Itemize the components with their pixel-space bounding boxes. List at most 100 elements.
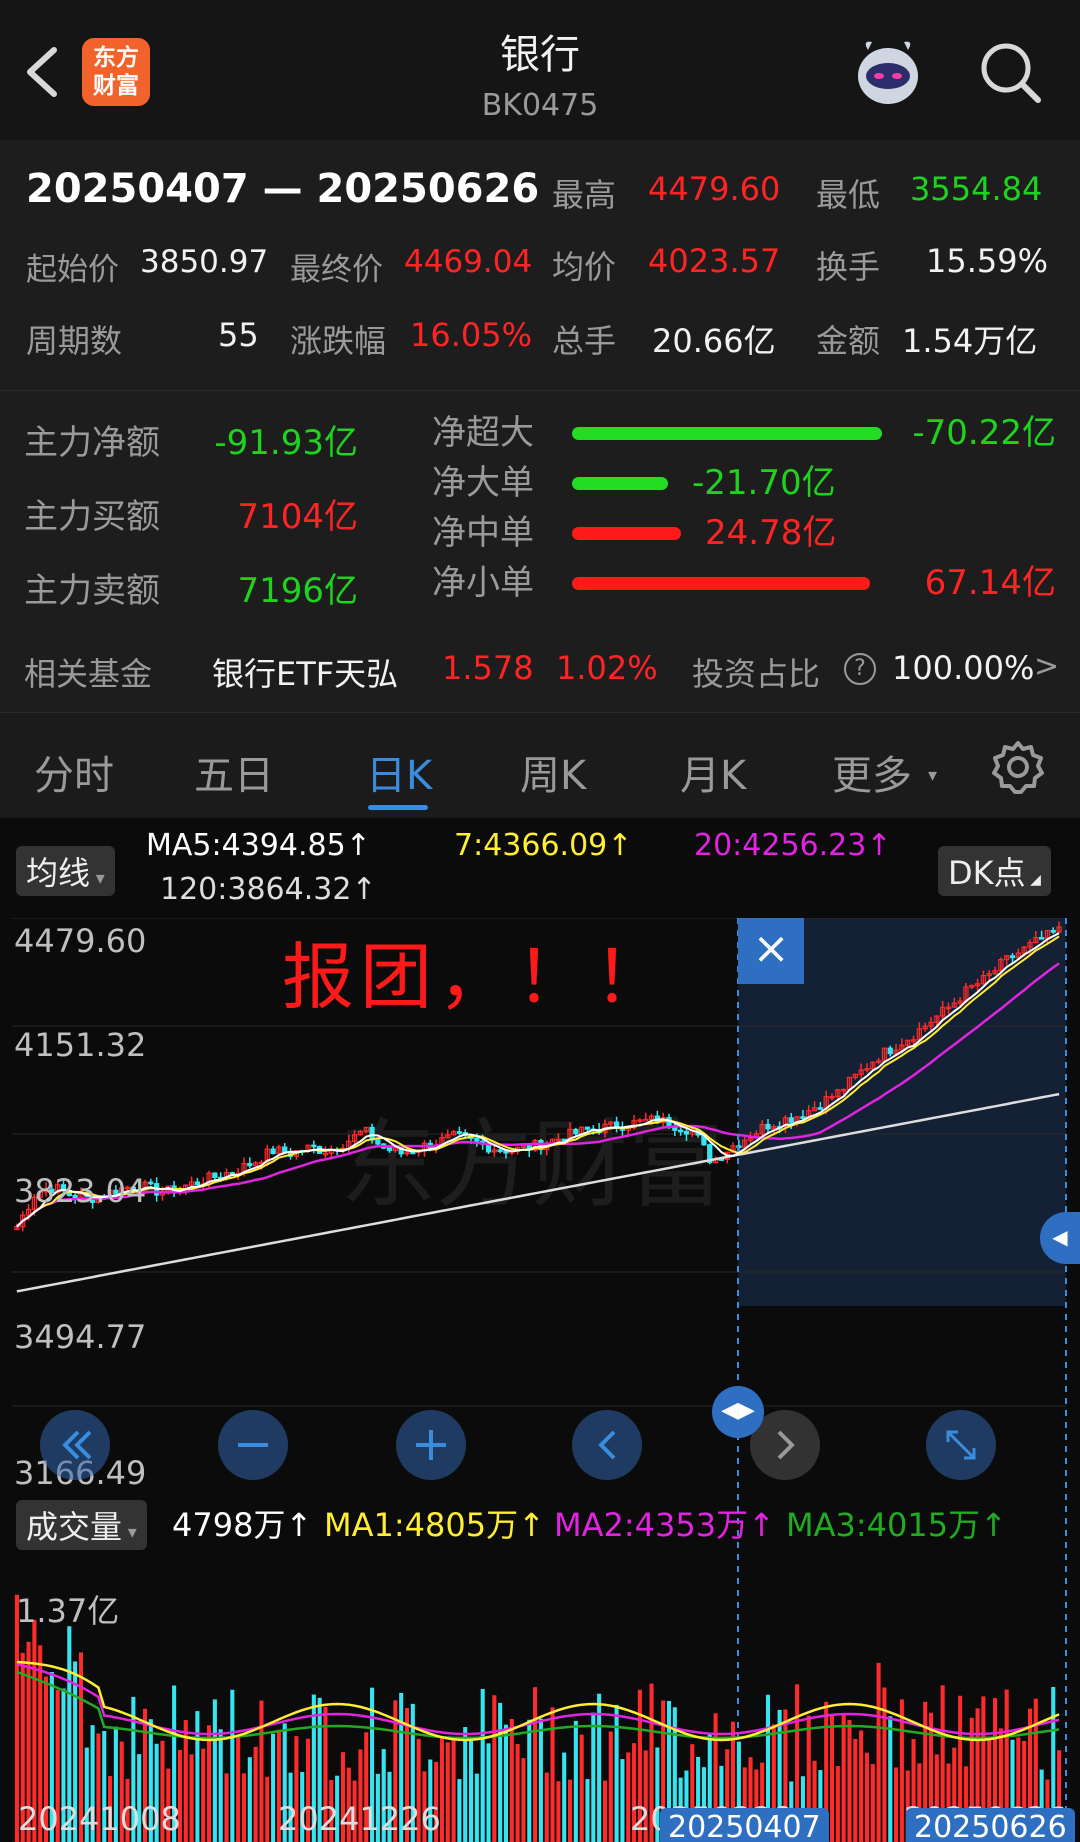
periods-label: 周期数 xyxy=(26,322,123,360)
volume-bar xyxy=(224,1773,229,1842)
zoom-in-icon[interactable] xyxy=(396,1410,466,1480)
ma-selector[interactable]: 均线 ▾ xyxy=(16,846,115,896)
volume-bar xyxy=(538,1718,543,1842)
tab-weekly-k[interactable]: 周K xyxy=(520,743,586,801)
candle-body xyxy=(1009,955,1016,959)
ma-selector-label: 均线 xyxy=(26,854,91,892)
settings-gear-icon[interactable] xyxy=(990,739,1046,795)
kline-svg[interactable]: 东方财富 xyxy=(0,918,1080,1842)
candle-body xyxy=(270,1148,276,1155)
volume-bar xyxy=(259,1700,264,1842)
flow-row-label: 净大单 xyxy=(432,463,534,503)
volume-bar xyxy=(894,1767,899,1842)
tab-daily-k[interactable]: 日K xyxy=(366,743,432,801)
volume-bar xyxy=(620,1759,625,1842)
volume-bar xyxy=(573,1720,578,1842)
volume-now: 4798万↑ xyxy=(172,1506,313,1544)
help-icon[interactable]: ? xyxy=(844,653,876,685)
close-selection-button[interactable]: × xyxy=(738,918,804,984)
volume-bar xyxy=(591,1712,596,1842)
ma7-legend: 7:4366.09↑ xyxy=(454,828,633,863)
candle-body xyxy=(678,1129,684,1133)
close-value: 4469.04 xyxy=(404,244,533,280)
tab-monthly-k[interactable]: 月K xyxy=(680,743,746,801)
volume-value: 20.66亿 xyxy=(652,322,776,360)
volume-ma1: MA1:4805万↑ xyxy=(324,1506,545,1544)
turnover-value: 15.59% xyxy=(926,242,1049,280)
candle-body xyxy=(148,1181,154,1185)
selection-drag-handle[interactable]: ◀▶ xyxy=(712,1386,764,1438)
candle-body xyxy=(194,1181,201,1186)
annotation-text: 报团，！！ xyxy=(282,935,673,1019)
candle-body xyxy=(247,1162,253,1167)
change-label: 涨跌幅 xyxy=(290,322,387,360)
high-label: 最高 xyxy=(552,176,617,214)
period-tabs: 分时 五日 日K 周K 月K 更多 ▾ xyxy=(0,712,1080,818)
volume-bar xyxy=(562,1752,567,1842)
change-value: 16.05% xyxy=(410,316,533,354)
tab-more[interactable]: 更多 xyxy=(832,743,912,801)
flow-row-bar xyxy=(572,427,882,440)
capital-flow-panel: 主力净额 -91.93亿 主力买额 7104亿 主力卖额 7196亿 净超大 -7… xyxy=(0,390,1080,712)
y-label-2: 4151.32 xyxy=(14,1026,147,1064)
volume-bar xyxy=(847,1719,852,1842)
volume-bar xyxy=(608,1731,613,1842)
fund-name[interactable]: 银行ETF天弘 xyxy=(212,649,398,695)
low-value: 3554.84 xyxy=(910,170,1043,208)
volume-bar xyxy=(253,1746,258,1842)
volume-bar xyxy=(614,1704,619,1842)
volume-bar xyxy=(247,1757,252,1842)
main-buy-label: 主力买额 xyxy=(24,497,160,537)
ma120-legend: 120:3864.32↑ xyxy=(160,872,377,907)
amount-label: 金额 xyxy=(816,322,881,360)
volume-bar xyxy=(236,1737,241,1842)
flow-row-bar xyxy=(572,477,668,490)
volume-bar xyxy=(841,1715,846,1842)
zoom-out-icon[interactable] xyxy=(218,1410,288,1480)
tab-intraday[interactable]: 分时 xyxy=(34,743,114,801)
search-icon[interactable] xyxy=(978,40,1044,106)
ma5-legend: MA5:4394.85↑ xyxy=(146,828,371,863)
low-label: 最低 xyxy=(816,176,881,214)
volume-bar xyxy=(271,1733,276,1842)
flow-row-value: 67.14亿 xyxy=(924,563,1056,603)
volume-selector[interactable]: 成交量 ▾ xyxy=(16,1500,147,1550)
dk-point-button[interactable]: DK点 ◢ xyxy=(938,846,1051,896)
robot-assistant-icon[interactable] xyxy=(848,32,928,112)
turnover-label: 换手 xyxy=(816,248,881,286)
volume-bar xyxy=(544,1772,549,1842)
volume-bar xyxy=(230,1689,235,1842)
candle-body xyxy=(386,1147,393,1152)
main-buy-value: 7104亿 xyxy=(237,497,358,537)
scroll-left-icon[interactable] xyxy=(572,1410,642,1480)
flow-row-label: 净中单 xyxy=(432,513,534,553)
volume-label: 总手 xyxy=(552,322,617,360)
volume-bar xyxy=(835,1765,840,1842)
main-net-label: 主力净额 xyxy=(24,423,160,463)
open-value: 3850.97 xyxy=(140,244,269,280)
app-header: 东方 财富 银行 BK0475 xyxy=(0,0,1080,140)
candle-body xyxy=(1038,936,1045,940)
ratio-arrow-icon[interactable]: > xyxy=(1034,649,1059,684)
fullscreen-icon[interactable] xyxy=(926,1410,996,1480)
y-label-4: 3494.77 xyxy=(14,1318,147,1356)
volume-bar xyxy=(189,1754,194,1842)
rewind-icon[interactable] xyxy=(40,1410,110,1480)
main-sell-label: 主力卖额 xyxy=(24,571,160,611)
volume-bar xyxy=(829,1714,835,1842)
x-label-2: 20241226 xyxy=(278,1800,441,1838)
periods-value: 55 xyxy=(218,316,259,354)
flow-row-bar xyxy=(572,527,681,540)
volume-bar xyxy=(527,1719,532,1842)
avg-value: 4023.57 xyxy=(648,242,781,280)
volume-bar xyxy=(888,1716,893,1842)
y-label-3: 3823.04 xyxy=(14,1172,147,1210)
volume-max-label: 1.37亿 xyxy=(16,1592,120,1630)
date-range: 20250407 — 20250626 xyxy=(26,166,540,212)
flow-row-value: 24.78亿 xyxy=(705,513,837,553)
volume-bar xyxy=(207,1725,212,1842)
tab-five-day[interactable]: 五日 xyxy=(194,743,274,801)
flow-row-label: 净超大 xyxy=(432,413,534,453)
volume-bar xyxy=(498,1702,503,1842)
volume-bar xyxy=(864,1752,869,1842)
